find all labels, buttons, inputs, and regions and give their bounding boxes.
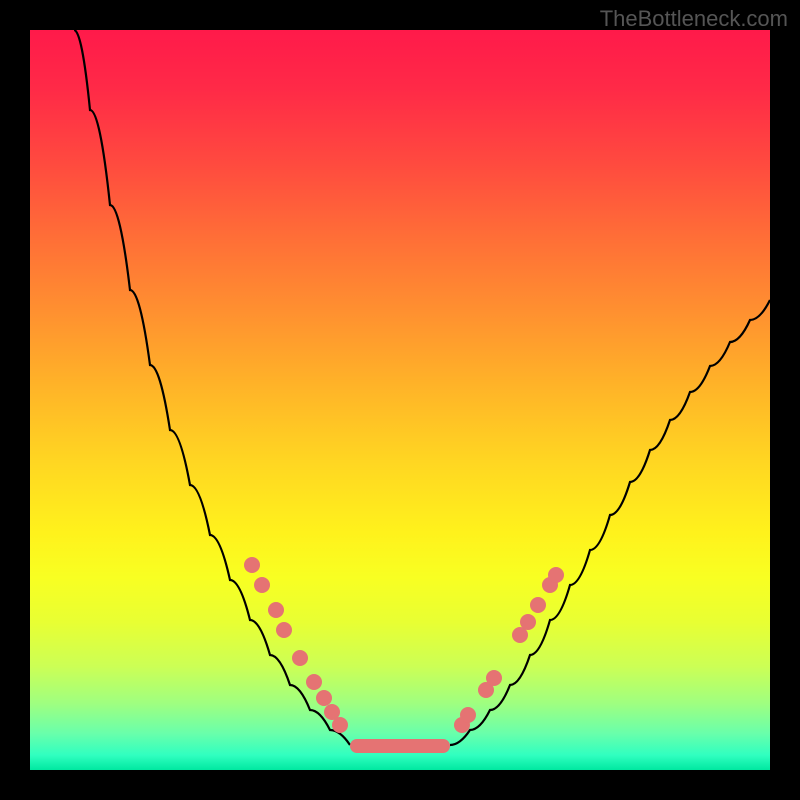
dots-right-group xyxy=(454,567,564,733)
data-point xyxy=(332,717,348,733)
chart-svg xyxy=(30,30,770,770)
data-point xyxy=(276,622,292,638)
data-point xyxy=(292,650,308,666)
data-point xyxy=(316,690,332,706)
data-point xyxy=(486,670,502,686)
data-point xyxy=(268,602,284,618)
data-point xyxy=(244,557,260,573)
dots-left-group xyxy=(244,557,348,733)
data-point xyxy=(306,674,322,690)
data-point xyxy=(548,567,564,583)
data-point xyxy=(530,597,546,613)
bottom-marker xyxy=(350,739,450,753)
data-point xyxy=(254,577,270,593)
watermark-text: TheBottleneck.com xyxy=(600,6,788,32)
left-curve xyxy=(74,30,350,745)
data-point xyxy=(460,707,476,723)
chart-plot-area xyxy=(30,30,770,770)
data-point xyxy=(520,614,536,630)
